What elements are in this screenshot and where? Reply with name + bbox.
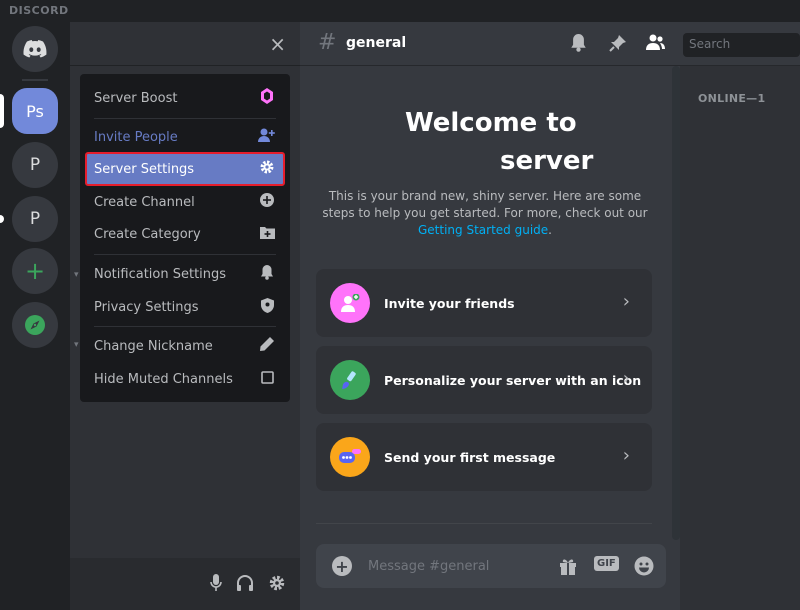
menu-item-label: Create Category [94,226,201,242]
chat-bubble-icon [330,437,370,477]
add-server-button[interactable]: + [12,248,58,294]
server-label: P [29,155,41,175]
member-list-icon[interactable] [645,34,665,50]
menu-item-label: Notification Settings [94,266,227,282]
compass-icon [25,315,45,335]
chat-scrollbar[interactable] [672,66,680,540]
menu-item-label: Invite People [94,129,178,145]
member-list: ONLINE—1 [680,66,800,610]
discord-logo-icon [23,40,47,58]
welcome-description-end: . [548,223,552,237]
gift-icon[interactable] [558,556,578,576]
card-label: Personalize your server with an icon [384,372,642,388]
invite-friends-icon [330,283,370,323]
microphone-icon[interactable] [210,574,222,592]
menu-item-server-settings[interactable]: Server Settings [85,152,285,186]
welcome-server-name: server [500,146,594,176]
server-list-separator [22,79,48,81]
menu-item-privacy-settings[interactable]: Privacy Settings [86,291,284,323]
gear-icon[interactable] [268,574,286,592]
hashtag-icon: # [318,30,337,55]
card-label: Invite your friends [384,295,515,311]
pin-icon[interactable] [609,34,627,52]
server-p-2[interactable]: P [12,196,58,242]
menu-item-label: Hide Muted Channels [94,371,233,387]
welcome-title: Welcome to [405,108,577,138]
bell-icon [258,264,276,284]
send-first-message-card[interactable]: Send your first message › [316,423,652,491]
plus-icon: + [24,257,46,285]
headphones-icon[interactable] [236,574,254,592]
welcome-description: This is your brand new, shiny server. He… [312,188,658,239]
brand-wordmark: DISCORD [9,4,69,17]
menu-item-hide-muted-channels[interactable]: Hide Muted Channels [86,363,284,395]
server-ps[interactable]: Ps [12,88,58,134]
message-composer: + GIF [316,544,666,588]
home-button[interactable] [12,26,58,72]
server-label: P [29,209,41,229]
menu-item-label: Server Settings [94,161,195,177]
checkbox-icon[interactable] [258,370,276,388]
getting-started-link[interactable]: Getting Started guide [418,223,548,237]
chat-divider [316,523,652,524]
menu-separator [94,118,276,119]
menu-item-invite-people[interactable]: Invite People [86,121,284,153]
menu-item-notification-settings[interactable]: Notification Settings [86,258,284,290]
chevron-down-icon[interactable]: ▾ [74,270,79,280]
search-input[interactable]: Search [683,33,800,57]
channel-toolbar: # general Search [300,22,800,66]
chevron-right-icon: › [622,445,630,466]
server-header[interactable]: × [70,22,300,66]
add-person-icon [258,128,276,146]
gear-icon [258,159,276,179]
plus-circle-icon [258,193,276,211]
menu-item-change-nickname[interactable]: Change Nickname [86,330,284,362]
menu-separator [94,254,276,255]
server-context-menu: Server Boost Invite People Server Settin… [80,74,290,402]
unread-indicator [0,215,4,223]
server-list: Ps P P + [0,22,70,610]
online-header: ONLINE—1 [698,92,766,105]
message-input[interactable] [368,556,548,576]
folder-plus-icon [258,226,276,243]
menu-item-create-channel[interactable]: Create Channel [86,186,284,218]
menu-separator [94,326,276,327]
menu-item-server-boost[interactable]: Server Boost [86,82,284,114]
selected-server-indicator [0,94,4,128]
user-panel [70,558,300,610]
close-icon[interactable]: × [269,32,286,56]
title-bar: DISCORD [0,0,800,22]
menu-item-label: Create Channel [94,194,195,210]
brush-icon [330,360,370,400]
boost-gem-icon [258,88,276,108]
menu-item-label: Server Boost [94,90,178,106]
server-p-1[interactable]: P [12,142,58,188]
gif-button[interactable]: GIF [594,556,619,571]
card-label: Send your first message [384,449,556,465]
menu-item-create-category[interactable]: Create Category [86,218,284,250]
bell-icon[interactable] [570,34,587,52]
server-label: Ps [26,101,44,121]
chevron-right-icon: › [622,291,630,312]
shield-icon [258,297,276,317]
chevron-right-icon: › [622,368,630,389]
invite-friends-card[interactable]: Invite your friends › [316,269,652,337]
menu-item-label: Change Nickname [94,338,213,354]
channel-name: general [346,35,407,51]
attach-plus-icon[interactable]: + [332,556,352,576]
menu-item-label: Privacy Settings [94,299,199,315]
welcome-description-text: This is your brand new, shiny server. He… [322,189,648,220]
personalize-server-card[interactable]: Personalize your server with an icon › [316,346,652,414]
explore-servers-button[interactable] [12,302,58,348]
chevron-down-icon[interactable]: ▾ [74,340,79,350]
pencil-icon [258,337,276,355]
emoji-icon[interactable] [634,556,654,576]
